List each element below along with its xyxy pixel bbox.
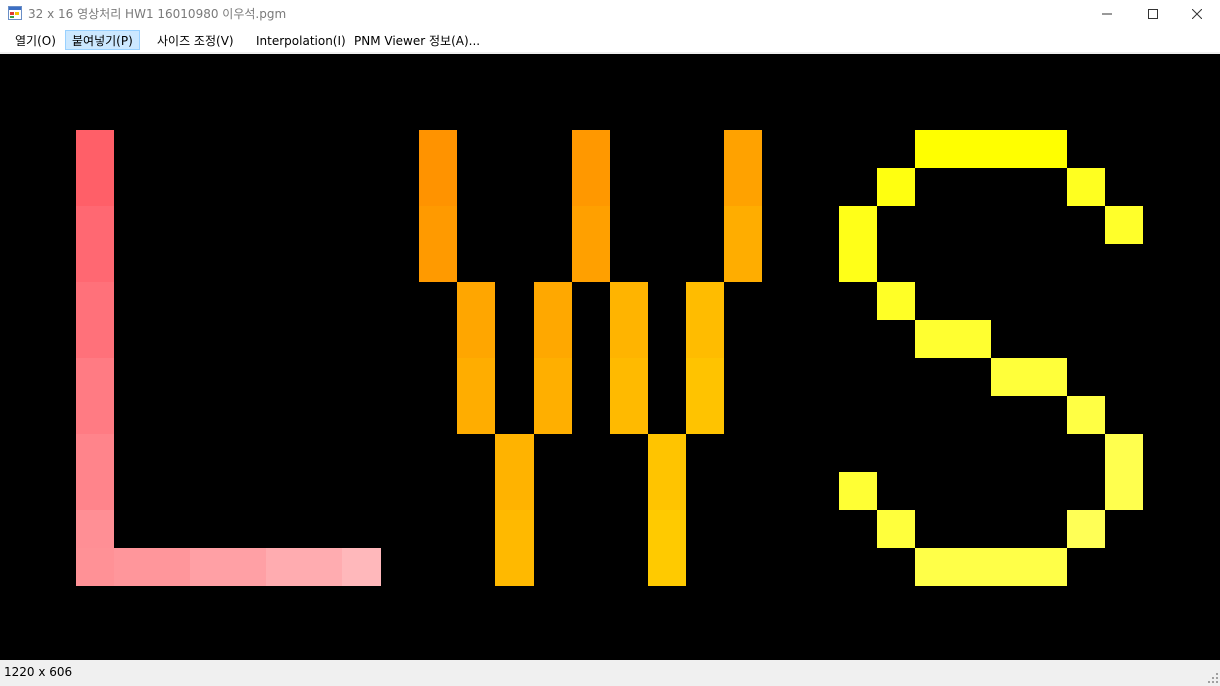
window-title: 32 x 16 영상처리 HW1 16010980 이우석.pgm bbox=[28, 7, 287, 21]
menu-open[interactable]: 열기(O) bbox=[8, 30, 63, 50]
menu-interpolation[interactable]: Interpolation(I) bbox=[249, 30, 353, 50]
maximize-button[interactable] bbox=[1130, 0, 1176, 28]
menu-about[interactable]: PNM Viewer 정보(A)... bbox=[347, 30, 487, 50]
menu-paste[interactable]: 붙여넣기(P) bbox=[65, 30, 140, 50]
maximize-icon bbox=[1148, 9, 1158, 19]
minimize-button[interactable] bbox=[1084, 0, 1130, 28]
pixel-image bbox=[0, 54, 1220, 660]
app-window-icon[interactable] bbox=[8, 6, 22, 20]
close-icon bbox=[1192, 9, 1202, 19]
menu-bar: 열기(O) 붙여넣기(P) 사이즈 조정(V) Interpolation(I)… bbox=[0, 28, 1220, 52]
status-size-text: 1220 x 606 bbox=[4, 665, 73, 679]
resize-grip-icon[interactable] bbox=[1208, 672, 1218, 683]
minimize-icon bbox=[1102, 13, 1112, 15]
title-bar: 32 x 16 영상처리 HW1 16010980 이우석.pgm bbox=[0, 0, 1220, 28]
status-bar: 1220 x 606 bbox=[0, 662, 1220, 684]
menu-resize[interactable]: 사이즈 조정(V) bbox=[150, 30, 241, 50]
close-button[interactable] bbox=[1174, 0, 1220, 28]
image-canvas[interactable] bbox=[0, 54, 1220, 660]
